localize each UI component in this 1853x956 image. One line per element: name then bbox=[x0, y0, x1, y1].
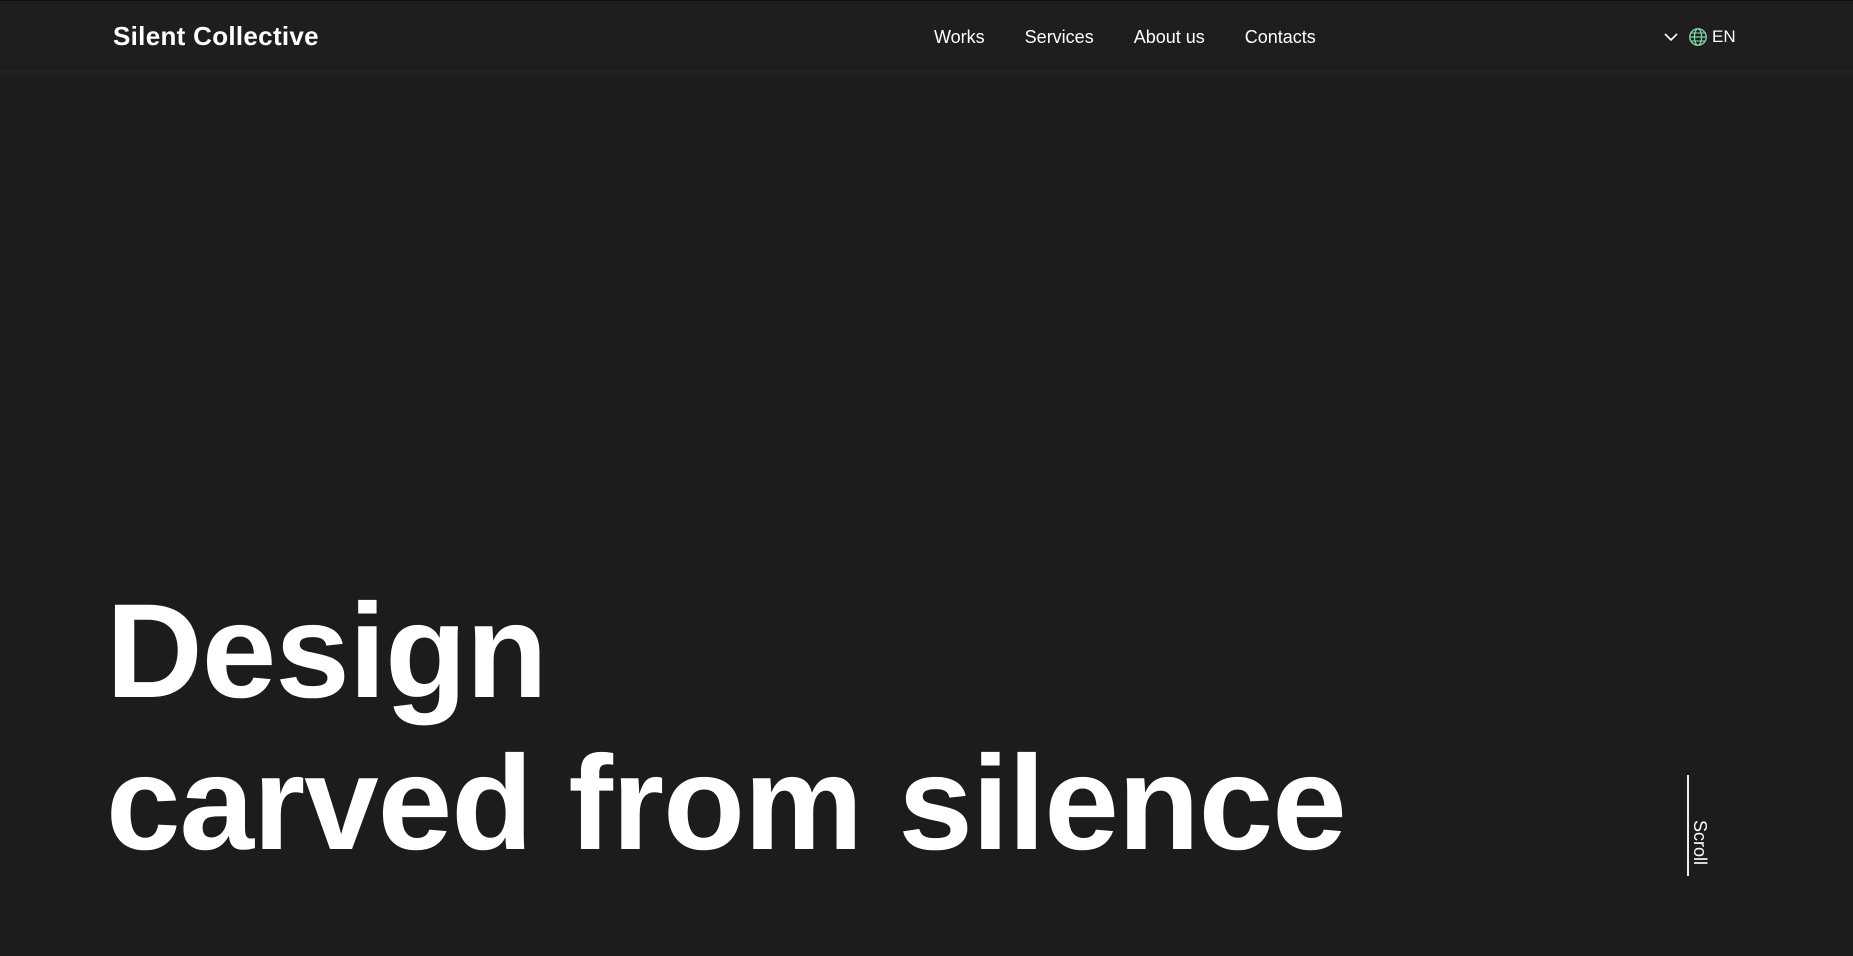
site-logo[interactable]: Silent Collective bbox=[113, 19, 319, 53]
scroll-label[interactable]: Scroll bbox=[1689, 820, 1711, 865]
header-divider bbox=[0, 71, 1853, 77]
chevron-down-icon[interactable] bbox=[1662, 28, 1680, 46]
nav-about-link[interactable]: About us bbox=[1134, 25, 1205, 49]
scroll-indicator[interactable]: Scroll bbox=[1687, 775, 1727, 876]
globe-icon bbox=[1689, 28, 1707, 46]
hero-heading: Design carved from silence bbox=[106, 576, 1347, 880]
nav-works-link[interactable]: Works bbox=[934, 25, 985, 49]
page: Silent Collective Works Services About u… bbox=[0, 0, 1853, 956]
nav-contacts-link[interactable]: Contacts bbox=[1245, 25, 1316, 49]
hero-line-1: Design bbox=[106, 577, 548, 726]
main-nav: Works Services About us Contacts bbox=[934, 25, 1316, 49]
language-switcher[interactable]: EN bbox=[1662, 23, 1736, 51]
language-code[interactable]: EN bbox=[1712, 27, 1736, 47]
nav-services-link[interactable]: Services bbox=[1025, 25, 1094, 49]
site-header: Silent Collective Works Services About u… bbox=[0, 0, 1853, 71]
hero-line-2: carved from silence bbox=[106, 729, 1347, 878]
